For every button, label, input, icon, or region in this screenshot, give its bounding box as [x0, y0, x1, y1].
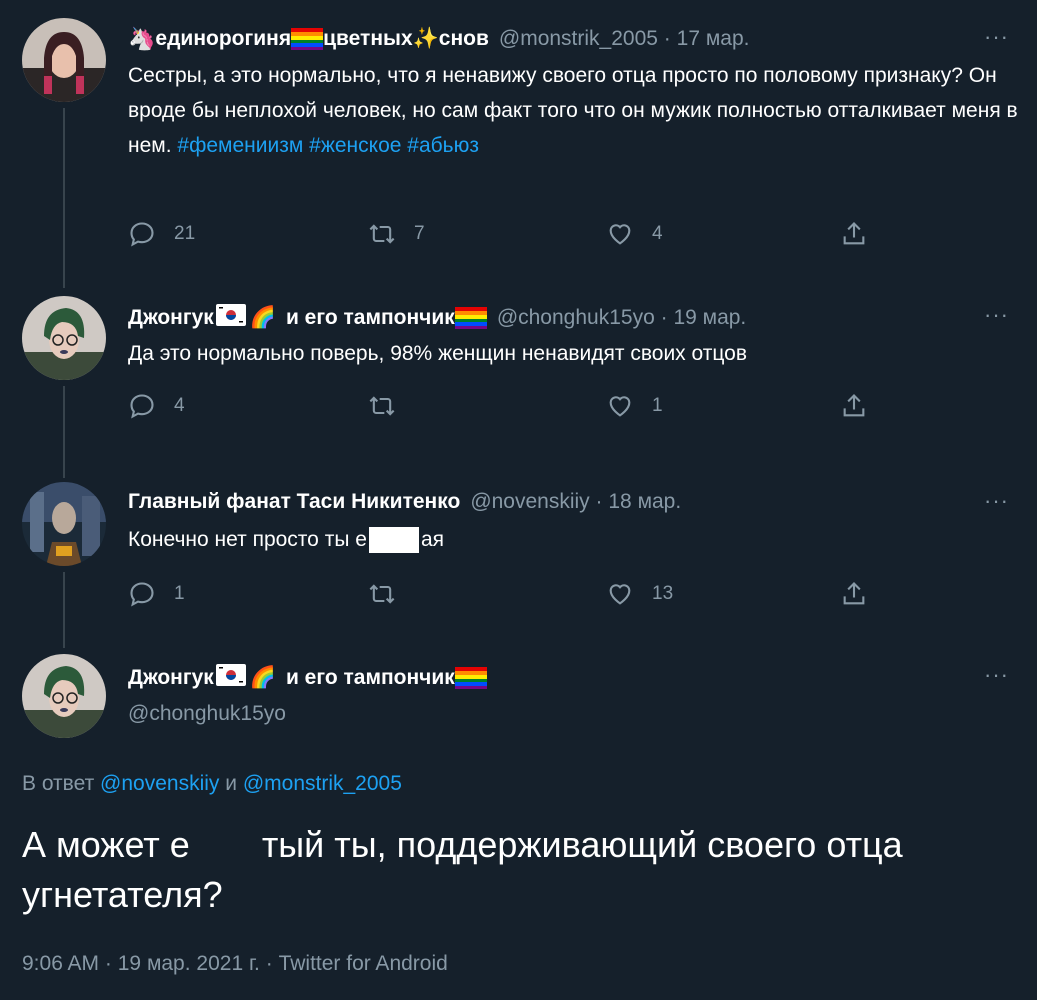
reply-button[interactable]: 1	[128, 580, 185, 608]
author-name[interactable]: Джонгук 🌈 и его тампончик	[128, 664, 487, 692]
more-options-icon[interactable]: ···	[984, 24, 1009, 50]
rainbow-icon: 🌈	[249, 306, 276, 329]
thread-line	[63, 108, 65, 288]
avatar[interactable]	[22, 482, 106, 566]
share-icon	[843, 582, 865, 605]
avatar[interactable]	[22, 296, 106, 380]
retweet-icon	[369, 224, 395, 244]
share-button[interactable]	[840, 392, 886, 420]
handle-date: @novenskiiy · 18 мар.	[470, 490, 682, 513]
korea-flag-icon	[215, 304, 246, 332]
tweet-text: Конечно нет просто ты е ая	[128, 522, 1018, 557]
share-icon	[843, 222, 865, 245]
hashtag-link[interactable]: #женское	[309, 134, 401, 157]
avatar[interactable]	[22, 654, 106, 738]
like-button[interactable]: 13	[606, 580, 673, 608]
censor-block	[368, 527, 419, 554]
author-handle[interactable]: @chonghuk15yo	[128, 702, 286, 726]
thread-line	[63, 572, 65, 648]
reply-button[interactable]: 21	[128, 220, 195, 248]
reply-button[interactable]: 4	[128, 392, 185, 420]
more-options-icon[interactable]: ···	[984, 302, 1009, 328]
tweet-meta: 9:06 AM · 19 мар. 2021 г. · Twitter for …	[22, 952, 448, 975]
share-icon	[843, 394, 865, 417]
tweet-actions: 21 7 4	[128, 220, 888, 252]
tweet-time[interactable]: 9:06 AM	[22, 952, 99, 975]
tweet-3[interactable]: Главный фанат Таси Никитенко @novenskiiy…	[0, 480, 1037, 650]
tweet-text: Сестры, а это нормально, что я ненавижу …	[128, 64, 1018, 157]
hashtag-link[interactable]: #фемениизм	[177, 134, 303, 157]
unicorn-icon: 🦄	[128, 26, 156, 51]
tweet-text: Да это нормально поверь, 98% женщин нена…	[128, 342, 747, 365]
tweet-1[interactable]: 🦄 единорогиня цветных ✨ снов @monstrik_2…	[0, 0, 1037, 290]
reply-icon	[130, 582, 154, 607]
like-button[interactable]: 1	[606, 392, 663, 420]
share-button[interactable]	[840, 580, 886, 608]
tweet-2[interactable]: Джонгук 🌈 и его тампончик @chonghuk15yo …	[0, 290, 1037, 480]
author-name[interactable]: 🦄 единорогиня цветных ✨ снов @monstrik_2…	[128, 26, 749, 52]
rainbow-flag-icon	[454, 667, 487, 689]
rainbow-flag-icon	[454, 307, 487, 329]
more-options-icon[interactable]: ···	[984, 662, 1009, 688]
reply-icon	[130, 222, 154, 247]
mention-link[interactable]: @monstrik_2005	[243, 772, 402, 795]
author-name[interactable]: Джонгук 🌈 и его тампончик @chonghuk15yo …	[128, 304, 746, 332]
reply-context: В ответ @novenskiiy и @monstrik_2005	[22, 772, 402, 795]
main-tweet-text: А может е тый ты, поддерживающий своего о…	[22, 824, 903, 915]
rainbow-icon: 🌈	[249, 666, 276, 689]
korea-flag-icon	[215, 664, 246, 692]
avatar[interactable]	[22, 18, 106, 102]
retweet-button[interactable]	[368, 392, 414, 420]
author-name[interactable]: Главный фанат Таси Никитенко @novenskiiy…	[128, 490, 681, 514]
rainbow-flag-icon	[291, 28, 324, 50]
sparkles-icon: ✨	[412, 27, 439, 50]
thread-line	[63, 386, 65, 478]
censor-block	[193, 827, 258, 868]
more-options-icon[interactable]: ···	[984, 488, 1009, 514]
heart-icon	[609, 224, 631, 245]
retweet-icon	[369, 396, 395, 416]
share-button[interactable]	[840, 220, 886, 248]
tweet-date[interactable]: 19 мар. 2021 г.	[118, 952, 260, 975]
retweet-button[interactable]	[368, 580, 414, 608]
reply-icon	[130, 394, 154, 419]
handle-date: @monstrik_2005 · 17 мар.	[498, 27, 750, 50]
tweet-source[interactable]: Twitter for Android	[279, 952, 448, 975]
handle-date: @chonghuk15yo · 19 мар.	[496, 306, 747, 329]
tweet-actions: 4 1	[128, 392, 888, 424]
retweet-icon	[369, 584, 395, 604]
mention-link[interactable]: @novenskiiy	[100, 772, 219, 795]
hashtag-link[interactable]: #абьюз	[407, 134, 479, 157]
heart-icon	[609, 396, 631, 417]
like-button[interactable]: 4	[606, 220, 663, 248]
retweet-button[interactable]: 7	[368, 220, 425, 248]
tweet-actions: 1 13	[128, 580, 888, 612]
heart-icon	[609, 584, 631, 605]
